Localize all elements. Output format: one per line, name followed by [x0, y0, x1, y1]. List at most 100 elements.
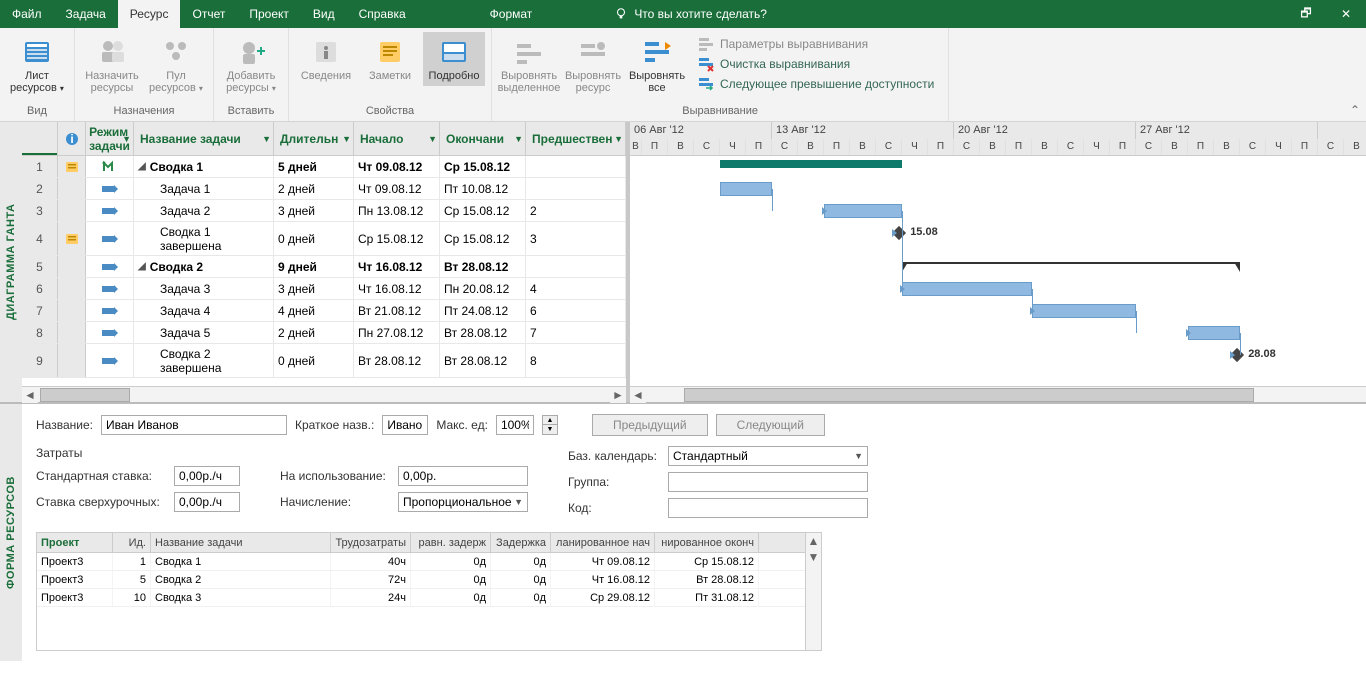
assignment-row[interactable]: Проект35Сводка 272ч0д0дЧт 16.08.12Вт 28.… — [37, 571, 821, 589]
assign-cell[interactable]: Чт 16.08.12 — [551, 571, 655, 588]
next-button[interactable]: Следующий — [716, 414, 825, 436]
menu-файл[interactable]: Файл — [0, 0, 54, 28]
day-header[interactable]: П — [1006, 139, 1032, 156]
assign-col-header[interactable]: Трудозатраты — [331, 533, 411, 552]
day-header[interactable]: В — [1162, 139, 1188, 156]
assign-cell[interactable]: 10 — [113, 589, 151, 606]
code-input[interactable] — [668, 498, 868, 518]
start-cell[interactable]: Чт 09.08.12 — [354, 178, 440, 199]
assign-cell[interactable]: 0д — [491, 589, 551, 606]
gantt-task-bar[interactable] — [1188, 326, 1240, 340]
day-header[interactable]: Ч — [1084, 139, 1110, 156]
assign-col-header[interactable]: Проект — [37, 533, 113, 552]
day-header[interactable]: П — [1110, 139, 1136, 156]
duration-cell[interactable]: 4 дней — [274, 300, 354, 321]
end-cell[interactable]: Вт 28.08.12 — [440, 344, 526, 377]
assign-col-header[interactable]: равн. задерж — [411, 533, 491, 552]
indicator-header[interactable]: i — [58, 122, 86, 155]
pred-cell[interactable]: 2 — [526, 200, 626, 221]
task-row[interactable]: 8Задача 52 днейПн 27.08.12Вт 28.08.127 — [22, 322, 626, 344]
day-header[interactable]: Ч — [902, 139, 928, 156]
assign-col-header[interactable]: ланированное нач — [551, 533, 655, 552]
assign-col-header[interactable]: Название задачи — [151, 533, 331, 552]
week-header[interactable]: 20 Авг '12 — [954, 122, 1136, 139]
mode-cell[interactable] — [86, 178, 134, 199]
assign-cell[interactable]: 0д — [491, 571, 551, 588]
menu-отчет[interactable]: Отчет — [180, 0, 237, 28]
mode-cell[interactable] — [86, 322, 134, 343]
task-name-cell[interactable]: Сводка 1 завершена — [134, 222, 274, 255]
assign-cell[interactable]: Чт 09.08.12 — [551, 553, 655, 570]
day-header[interactable]: В — [850, 139, 876, 156]
task-name-cell[interactable]: Сводка 2 завершена — [134, 344, 274, 377]
row-number[interactable]: 1 — [22, 156, 58, 177]
pred-cell[interactable]: 8 — [526, 344, 626, 377]
gantt-task-bar[interactable] — [720, 182, 772, 196]
assign-cell[interactable]: 0д — [411, 571, 491, 588]
scroll-left-icon[interactable]: ◄ — [630, 387, 646, 403]
start-cell[interactable]: Пн 13.08.12 — [354, 200, 440, 221]
day-header[interactable]: В — [1344, 139, 1366, 156]
row-number[interactable]: 4 — [22, 222, 58, 255]
group-input[interactable] — [668, 472, 868, 492]
start-header[interactable]: Начало▼ — [354, 122, 440, 155]
day-header[interactable]: С — [1240, 139, 1266, 156]
assign-col-header[interactable]: нированное оконч — [655, 533, 759, 552]
assign-cell[interactable]: Ср 15.08.12 — [655, 553, 759, 570]
task-row[interactable]: 4Сводка 1 завершена0 днейСр 15.08.12Ср 1… — [22, 222, 626, 256]
pred-cell[interactable]: 7 — [526, 322, 626, 343]
menu-проект[interactable]: Проект — [237, 0, 301, 28]
day-header[interactable]: Ч — [720, 139, 746, 156]
task-hscroll[interactable]: ◄ ► — [22, 386, 626, 402]
assign-cell[interactable]: 72ч — [331, 571, 411, 588]
mode-header[interactable]: Режим задачи▼ — [86, 122, 134, 155]
scroll-up-icon[interactable]: ▲ — [806, 533, 821, 549]
duration-cell[interactable]: 0 дней — [274, 344, 354, 377]
ribbon-collapse-button[interactable]: ⌃ — [1350, 103, 1360, 117]
row-number[interactable]: 6 — [22, 278, 58, 299]
menu-format[interactable]: Формат — [478, 0, 545, 28]
menu-справка[interactable]: Справка — [347, 0, 418, 28]
day-header[interactable]: С — [1058, 139, 1084, 156]
start-cell[interactable]: Чт 16.08.12 — [354, 278, 440, 299]
day-header[interactable]: В — [798, 139, 824, 156]
scroll-right-icon[interactable]: ► — [610, 387, 626, 403]
end-cell[interactable]: Ср 15.08.12 — [440, 200, 526, 221]
assign-cell[interactable]: Пт 31.08.12 — [655, 589, 759, 606]
task-body[interactable]: 1◢Сводка 15 днейЧт 09.08.12Ср 15.08.122З… — [22, 156, 626, 386]
day-header[interactable]: Ч — [1266, 139, 1292, 156]
assign-col-header[interactable]: Задержка — [491, 533, 551, 552]
start-cell[interactable]: Ср 15.08.12 — [354, 222, 440, 255]
task-row[interactable]: 9Сводка 2 завершена0 днейВт 28.08.12Вт 2… — [22, 344, 626, 378]
day-header[interactable]: С — [954, 139, 980, 156]
mode-cell[interactable] — [86, 156, 134, 177]
row-number[interactable]: 7 — [22, 300, 58, 321]
assign-col-header[interactable]: Ид. — [113, 533, 151, 552]
menu-задача[interactable]: Задача — [54, 0, 118, 28]
mode-cell[interactable] — [86, 256, 134, 277]
mode-cell[interactable] — [86, 344, 134, 377]
assignment-row[interactable]: Проект31Сводка 140ч0д0дЧт 09.08.12Ср 15.… — [37, 553, 821, 571]
task-row[interactable]: 2Задача 12 днейЧт 09.08.12Пт 10.08.12 — [22, 178, 626, 200]
assign-cell[interactable]: 1 — [113, 553, 151, 570]
prev-button[interactable]: Предыдущий — [592, 414, 708, 436]
ribbon-levclr-item[interactable]: Очистка выравнивания — [698, 56, 934, 72]
peruse-input[interactable] — [398, 466, 528, 486]
assign-cell[interactable]: 0д — [411, 589, 491, 606]
day-header[interactable]: В — [1032, 139, 1058, 156]
day-header[interactable]: С — [1318, 139, 1344, 156]
ribbon-details-button[interactable]: Подробно — [423, 32, 485, 86]
assign-cell[interactable]: 0д — [411, 553, 491, 570]
window-restore[interactable]: 🗗 — [1286, 0, 1326, 28]
gantt-summary-bar[interactable] — [902, 262, 1240, 268]
assign-cell[interactable]: Ср 29.08.12 — [551, 589, 655, 606]
accrue-select[interactable]: Пропорциональное▼ — [398, 492, 528, 512]
row-number[interactable]: 8 — [22, 322, 58, 343]
task-name-cell[interactable]: Задача 2 — [134, 200, 274, 221]
week-header[interactable]: 27 Авг '12 — [1136, 122, 1318, 139]
end-cell[interactable]: Пт 24.08.12 — [440, 300, 526, 321]
gantt-summary-bar[interactable] — [720, 160, 902, 168]
ot-rate-input[interactable] — [174, 492, 240, 512]
dur-header[interactable]: Длительн▼ — [274, 122, 354, 155]
row-number[interactable]: 9 — [22, 344, 58, 377]
